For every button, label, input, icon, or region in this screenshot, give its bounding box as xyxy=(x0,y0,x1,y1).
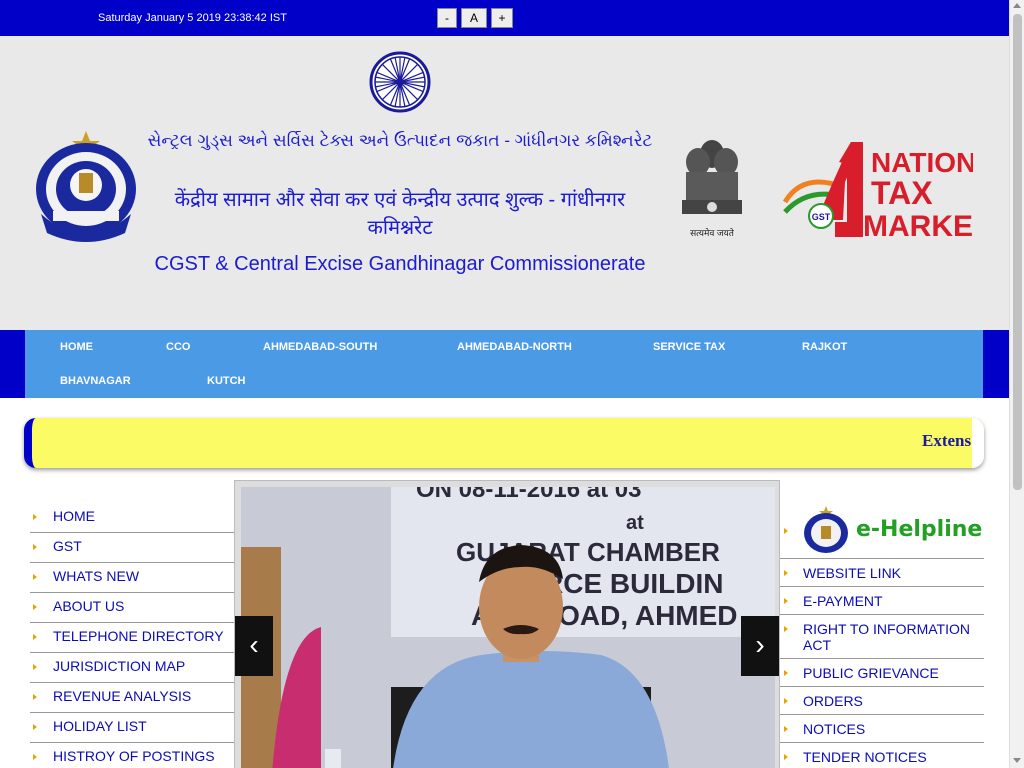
title-gujarati: સેન્ટ્રલ ગુડ્સ અને સર્વિસ ટેક્સ અને ઉત્પ… xyxy=(147,131,653,150)
bullet-icon xyxy=(33,514,37,520)
gst-logo-line1: NATION xyxy=(871,147,973,178)
right-menu-label[interactable]: PUBLIC GRIEVANCE xyxy=(780,659,984,686)
font-normal-button[interactable]: A xyxy=(461,8,487,28)
left-menu-item-telephone-directory[interactable]: TELEPHONE DIRECTORY xyxy=(30,623,234,653)
right-menu-item-orders[interactable]: ORDERS xyxy=(780,687,984,715)
nav-bhavnagar[interactable]: BHAVNAGAR xyxy=(60,375,131,387)
right-menu-item-rti-act[interactable]: RIGHT TO INFORMATION ACT xyxy=(780,615,984,659)
news-marquee[interactable]: Extens xyxy=(24,418,984,468)
bullet-icon xyxy=(33,634,37,640)
left-menu-item-about-us[interactable]: ABOUT US xyxy=(30,593,234,623)
font-increase-button[interactable]: + xyxy=(491,8,513,28)
cbic-logo-icon xyxy=(36,131,136,242)
banner-line1: ON 08-11-2016 at 03 xyxy=(416,487,641,503)
left-menu-item-home[interactable]: HOME xyxy=(30,503,234,533)
date-time-display: Saturday January 5 2019 23:38:42 IST xyxy=(98,12,287,24)
bullet-icon xyxy=(784,626,788,632)
right-menu-label[interactable]: RIGHT TO INFORMATION ACT xyxy=(780,615,984,658)
left-menu-item-history-of-postings[interactable]: HISTROY OF POSTINGS xyxy=(30,743,234,768)
bullet-icon xyxy=(784,598,788,604)
nav-kutch[interactable]: KUTCH xyxy=(207,375,246,387)
left-menu: HOME GST WHATS NEW ABOUT US TELEPHONE DI… xyxy=(30,503,234,768)
left-menu-label[interactable]: GST xyxy=(53,538,82,554)
ashoka-chakra-icon xyxy=(369,51,431,113)
nav-home[interactable]: HOME xyxy=(60,341,93,353)
right-menu-item-notices[interactable]: NOTICES xyxy=(780,715,984,743)
slide-photo: ON 08-11-2016 at 03 at GUJARAT CHAMBER M… xyxy=(241,487,775,768)
right-menu-label[interactable]: E-PAYMENT xyxy=(780,587,984,614)
right-menu-label[interactable]: WEBSITE LINK xyxy=(780,559,984,586)
slider-next-button[interactable]: › xyxy=(741,616,779,676)
banner-line2: at xyxy=(626,512,644,534)
bullet-icon xyxy=(33,544,37,550)
bullet-icon xyxy=(784,670,788,676)
right-menu-item-public-grievance[interactable]: PUBLIC GRIEVANCE xyxy=(780,659,984,687)
left-menu-label[interactable]: HOME xyxy=(53,508,95,524)
left-menu-label[interactable]: TELEPHONE DIRECTORY xyxy=(53,628,224,644)
bullet-icon xyxy=(33,604,37,610)
left-menu-label[interactable]: JURISDICTION MAP xyxy=(53,658,185,674)
main-nav-bar: HOME CCO AHMEDABAD-SOUTH AHMEDABAD-NORTH… xyxy=(0,330,1009,398)
left-menu-label[interactable]: WHATS NEW xyxy=(53,568,139,584)
bullet-icon xyxy=(784,528,788,534)
left-menu-label[interactable]: HISTROY OF POSTINGS xyxy=(53,748,215,764)
main-nav: HOME CCO AHMEDABAD-SOUTH AHMEDABAD-NORTH… xyxy=(25,330,983,398)
left-menu-label[interactable]: ABOUT US xyxy=(53,598,124,614)
bullet-icon xyxy=(33,694,37,700)
bullet-icon xyxy=(33,664,37,670)
nav-cco[interactable]: CCO xyxy=(166,341,190,353)
bullet-icon xyxy=(33,574,37,580)
left-menu-label[interactable]: REVENUE ANALYSIS xyxy=(53,688,191,704)
left-menu-item-jurisdiction-map[interactable]: JURISDICTION MAP xyxy=(30,653,234,683)
ehelpline-label[interactable]: e-Helpline xyxy=(856,517,982,542)
top-bar: Saturday January 5 2019 23:38:42 IST - A… xyxy=(0,0,1009,36)
bullet-icon xyxy=(784,570,788,576)
scrollbar-thumb[interactable] xyxy=(1013,14,1022,490)
nav-ahmedabad-south[interactable]: AHMEDABAD-SOUTH xyxy=(263,341,377,353)
bullet-icon xyxy=(784,698,788,704)
image-slider[interactable]: ON 08-11-2016 at 03 at GUJARAT CHAMBER M… xyxy=(234,480,780,768)
bullet-icon xyxy=(33,754,37,760)
right-menu-item-tender-notices[interactable]: TENDER NOTICES xyxy=(780,743,984,768)
nav-ahmedabad-north[interactable]: AHMEDABAD-NORTH xyxy=(457,341,572,353)
right-menu-label[interactable]: TENDER NOTICES xyxy=(780,743,984,768)
site-header: सत्यमेव जयते GST NATION TAX MARKET સેન્ટ… xyxy=(0,36,1009,330)
slider-prev-button[interactable]: ‹ xyxy=(235,616,273,676)
ehelpline-link[interactable]: e-Helpline xyxy=(780,503,984,559)
right-menu-item-website-link[interactable]: WEBSITE LINK xyxy=(780,559,984,587)
bullet-icon xyxy=(33,724,37,730)
scroll-down-arrow-icon[interactable] xyxy=(1013,758,1021,763)
vertical-scrollbar[interactable] xyxy=(1009,0,1024,768)
one-nation-one-tax-logo: GST NATION TAX MARKET xyxy=(783,142,973,242)
national-emblem-icon xyxy=(682,140,742,214)
gst-logo-badge: GST xyxy=(812,212,831,222)
left-menu-item-whats-new[interactable]: WHATS NEW xyxy=(30,563,234,593)
left-menu-label[interactable]: HOLIDAY LIST xyxy=(53,718,147,734)
left-menu-item-holiday-list[interactable]: HOLIDAY LIST xyxy=(30,713,234,743)
marquee-text[interactable]: Extens xyxy=(922,431,971,451)
bullet-icon xyxy=(784,726,788,732)
right-menu: e-Helpline WEBSITE LINK E-PAYMENT RIGHT … xyxy=(780,503,984,768)
gst-logo-line3: MARKET xyxy=(863,210,973,242)
right-menu-item-e-payment[interactable]: E-PAYMENT xyxy=(780,587,984,615)
content-area: Extens HOME GST WHATS NEW ABOUT US TELEP… xyxy=(0,398,1009,768)
left-menu-item-revenue-analysis[interactable]: REVENUE ANALYSIS xyxy=(30,683,234,713)
bullet-icon xyxy=(784,754,788,760)
scroll-up-arrow-icon[interactable] xyxy=(1013,3,1021,8)
title-hindi: केंद्रीय सामान और सेवा कर एवं केन्द्रीय … xyxy=(174,189,626,239)
title-english: CGST & Central Excise Gandhinagar Commis… xyxy=(154,253,646,275)
font-decrease-button[interactable]: - xyxy=(437,8,457,28)
gst-logo-line2: TAX xyxy=(871,175,933,211)
nav-service-tax[interactable]: SERVICE TAX xyxy=(653,341,725,353)
nav-rajkot[interactable]: RAJKOT xyxy=(802,341,847,353)
cbic-badge-icon xyxy=(804,506,848,553)
left-menu-item-gst[interactable]: GST xyxy=(30,533,234,563)
emblem-motto: सत्यमेव जयते xyxy=(690,228,734,238)
marquee-end-cap xyxy=(972,418,984,468)
right-menu-label[interactable]: ORDERS xyxy=(780,687,984,714)
right-menu-label[interactable]: NOTICES xyxy=(780,715,984,742)
